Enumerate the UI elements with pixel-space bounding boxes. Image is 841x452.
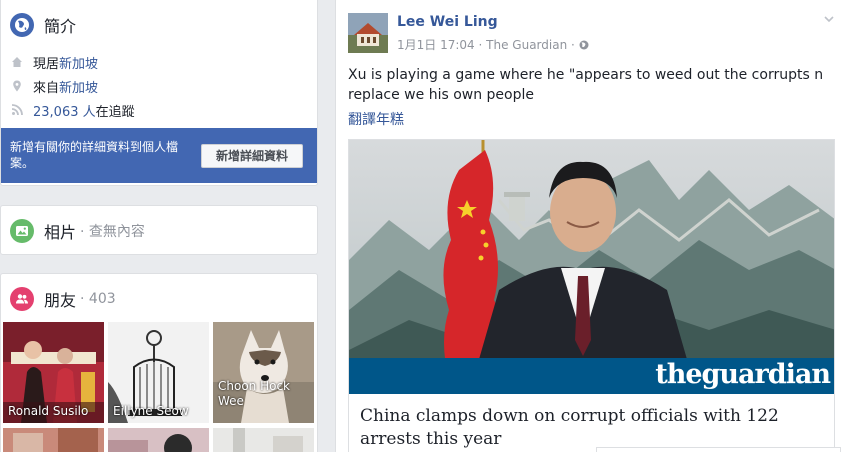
meta-separator: · xyxy=(478,38,483,52)
from-prefix: 來自 xyxy=(33,80,60,96)
left-column: 簡介 現居 新加坡 來自 新加坡 23,063 人在追蹤 新增有關你的詳細資料到… xyxy=(0,0,318,452)
followers-row: 23,063 人在追蹤 xyxy=(1,98,317,122)
friend-tile[interactable] xyxy=(3,428,104,452)
friend-name: Choon Hock Wee xyxy=(218,379,290,408)
friends-icon xyxy=(10,287,34,311)
followers-suffix: 在追蹤 xyxy=(95,104,135,120)
friend-tile[interactable] xyxy=(213,428,314,452)
lives-in-row: 現居 新加坡 xyxy=(1,50,317,74)
photos-header[interactable]: 相片 · 查無內容 xyxy=(1,217,317,245)
friend-tile[interactable] xyxy=(108,428,209,452)
feed-post: Lee Wei Ling 1月1日 17:04 · The Guardian ·… xyxy=(335,0,841,452)
friend-photo xyxy=(213,428,314,452)
chat-bar-edge[interactable] xyxy=(596,447,841,452)
friend-tile[interactable]: Choon Hock Wee xyxy=(213,322,314,423)
photos-card: 相片 · 查無內容 xyxy=(0,205,318,255)
followers-count-link[interactable]: 23,063 人 xyxy=(33,101,96,120)
translate-link[interactable]: 翻譯年糕 xyxy=(348,109,404,129)
friend-photo xyxy=(108,428,209,452)
article-photo xyxy=(349,140,834,394)
from-link[interactable]: 新加坡 xyxy=(59,77,98,96)
public-globe-icon[interactable] xyxy=(579,39,589,53)
friend-tile[interactable]: Eillyne Seow xyxy=(108,322,209,423)
friend-name: Eillyne Seow xyxy=(113,404,189,418)
friends-count: · 403 xyxy=(80,291,116,307)
post-meta: 1月1日 17:04 · The Guardian · xyxy=(397,36,589,53)
home-icon xyxy=(11,56,23,68)
post-source[interactable]: The Guardian xyxy=(486,38,567,52)
post-options-chevron-icon[interactable] xyxy=(823,13,835,25)
friend-photo xyxy=(3,428,104,452)
photo-icon xyxy=(10,219,34,243)
author-avatar[interactable] xyxy=(348,13,388,53)
guardian-logo: theguardian xyxy=(655,359,831,390)
friends-card: 朋友 · 403 Ronald Susilo Eillyne Seow Choo… xyxy=(0,273,318,452)
link-image[interactable]: theguardian xyxy=(349,140,834,394)
post-text: Xu is playing a game where he "appears t… xyxy=(348,67,824,103)
friends-header[interactable]: 朋友 · 403 xyxy=(1,285,317,313)
link-preview[interactable]: theguardian China clamps down on corrupt… xyxy=(348,139,835,452)
map-pin-icon xyxy=(11,80,23,92)
intro-card: 簡介 現居 新加坡 來自 新加坡 23,063 人在追蹤 新增有關你的詳細資料到… xyxy=(0,0,318,186)
add-info-button[interactable]: 新增詳細資料 xyxy=(201,144,303,168)
author-name[interactable]: Lee Wei Ling xyxy=(397,14,498,30)
link-title[interactable]: China clamps down on corrupt officials w… xyxy=(360,405,820,451)
from-row: 來自 新加坡 xyxy=(1,74,317,98)
photos-subtitle: · 查無內容 xyxy=(80,224,145,240)
friend-tile[interactable]: Ronald Susilo xyxy=(3,322,104,423)
photos-title: 相片 xyxy=(44,223,77,242)
add-info-text: 新增有關你的詳細資料到個人檔案。 xyxy=(10,140,179,170)
add-info-prompt: 新增有關你的詳細資料到個人檔案。 新增詳細資料 xyxy=(1,128,317,183)
intro-header: 簡介 xyxy=(1,11,317,39)
friend-name: Ronald Susilo xyxy=(8,404,89,418)
lives-in-prefix: 現居 xyxy=(33,56,60,72)
post-timestamp[interactable]: 1月1日 17:04 xyxy=(397,38,475,52)
rss-icon xyxy=(11,104,23,116)
intro-title: 簡介 xyxy=(44,17,77,36)
friends-title: 朋友 xyxy=(44,291,77,310)
meta-separator: · xyxy=(571,38,575,52)
globe-icon xyxy=(10,13,34,37)
lives-in-link[interactable]: 新加坡 xyxy=(59,53,98,72)
